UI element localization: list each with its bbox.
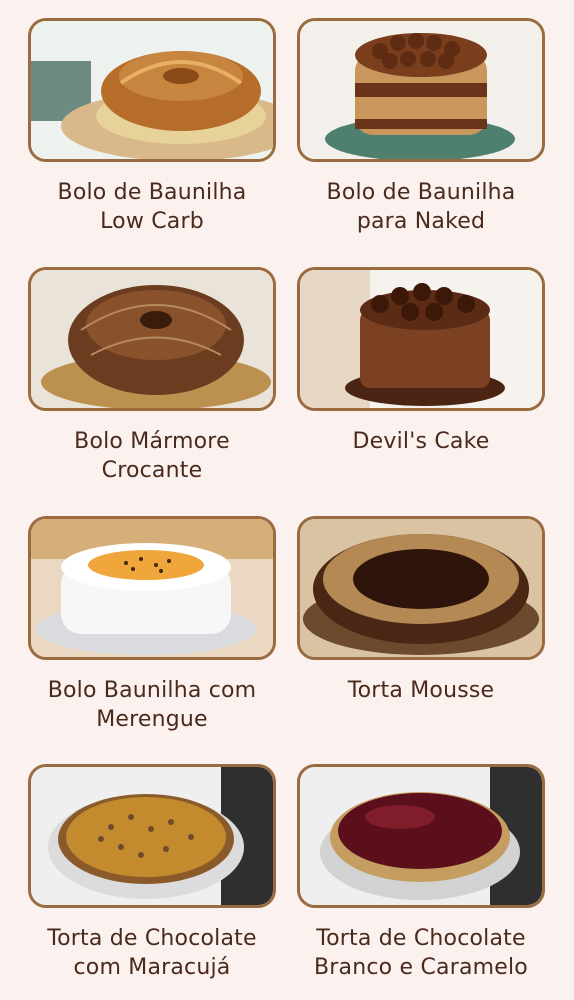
product-title[interactable]: Bolo de Baunilha Low Carb	[20, 178, 284, 236]
product-card-bolo-marmore-crocante[interactable]: Bolo Mármore Crocante	[28, 267, 276, 493]
product-card-bolo-baunilha-naked[interactable]: Bolo de Baunilha para Naked	[297, 18, 545, 244]
product-card-bolo-baunilha-low-carb[interactable]: Bolo de Baunilha Low Carb	[28, 18, 276, 244]
product-title-line-2: Branco e Caramelo	[314, 955, 528, 980]
product-title-line-1: Bolo de Baunilha	[57, 180, 247, 205]
product-title-line-1: Bolo Baunilha com	[47, 678, 257, 703]
product-card-devils-cake[interactable]: Devil's Cake	[297, 267, 545, 493]
product-title[interactable]: Bolo Mármore Crocante	[20, 427, 284, 485]
product-card-torta-chocolate-branco-caramelo[interactable]: Torta de Chocolate Branco e Caramelo	[297, 764, 545, 990]
product-title[interactable]: Torta de Chocolate Branco e Caramelo	[289, 924, 553, 982]
product-title-line-2: para Naked	[356, 209, 486, 234]
product-title[interactable]: Devil's Cake	[289, 427, 553, 456]
product-title-line-1: Torta de Chocolate	[316, 926, 526, 951]
product-image[interactable]	[28, 516, 276, 660]
product-card-torta-chocolate-maracuja[interactable]: Torta de Chocolate com Maracujá	[28, 764, 276, 990]
product-title-line-2: com Maracujá	[73, 955, 231, 980]
product-image[interactable]	[28, 18, 276, 162]
product-image[interactable]	[297, 516, 545, 660]
product-title-line-1: Torta Mousse	[347, 678, 495, 703]
product-title[interactable]: Bolo Baunilha com Merengue	[20, 676, 284, 734]
product-card-bolo-baunilha-merengue[interactable]: Bolo Baunilha com Merengue	[28, 516, 276, 742]
product-image[interactable]	[28, 764, 276, 908]
product-title-line-1: Bolo Mármore	[74, 429, 230, 454]
product-title-line-1: Bolo de Baunilha	[326, 180, 516, 205]
product-title[interactable]: Bolo de Baunilha para Naked	[289, 178, 553, 236]
product-title-line-2: Merengue	[96, 707, 208, 732]
product-image[interactable]	[28, 267, 276, 411]
product-title[interactable]: Torta Mousse	[289, 676, 553, 705]
product-title-line-2: Low Carb	[100, 209, 204, 234]
product-title-line-1: Torta de Chocolate	[47, 926, 257, 951]
product-title[interactable]: Torta de Chocolate com Maracujá	[20, 924, 284, 982]
product-image[interactable]	[297, 267, 545, 411]
product-title-line-1: Devil's Cake	[352, 429, 490, 454]
product-image[interactable]	[297, 18, 545, 162]
product-grid: Bolo de Baunilha Low Carb Bolo de Baunil…	[0, 0, 574, 1000]
product-card-torta-mousse[interactable]: Torta Mousse	[297, 516, 545, 742]
product-title-line-2: Crocante	[101, 458, 203, 483]
product-image[interactable]	[297, 764, 545, 908]
